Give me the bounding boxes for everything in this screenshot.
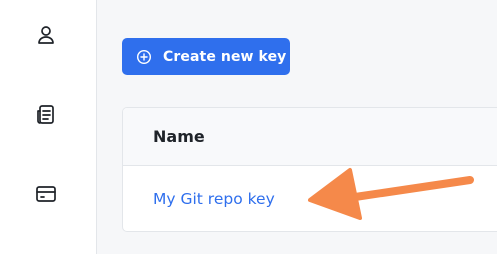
column-header-name: Name — [153, 127, 205, 146]
sidebar-nav — [0, 0, 97, 254]
plus-circle-icon — [136, 49, 152, 65]
keys-table: Name My Git repo key — [122, 107, 497, 232]
document-icon[interactable] — [34, 103, 58, 127]
table-row: My Git repo key — [123, 166, 497, 231]
table-header: Name — [123, 108, 497, 166]
users-icon[interactable] — [34, 23, 58, 47]
key-name-link[interactable]: My Git repo key — [153, 190, 275, 208]
credit-card-icon[interactable] — [34, 182, 58, 206]
create-new-key-button[interactable]: Create new key — [122, 38, 290, 75]
create-new-key-label: Create new key — [163, 48, 287, 65]
